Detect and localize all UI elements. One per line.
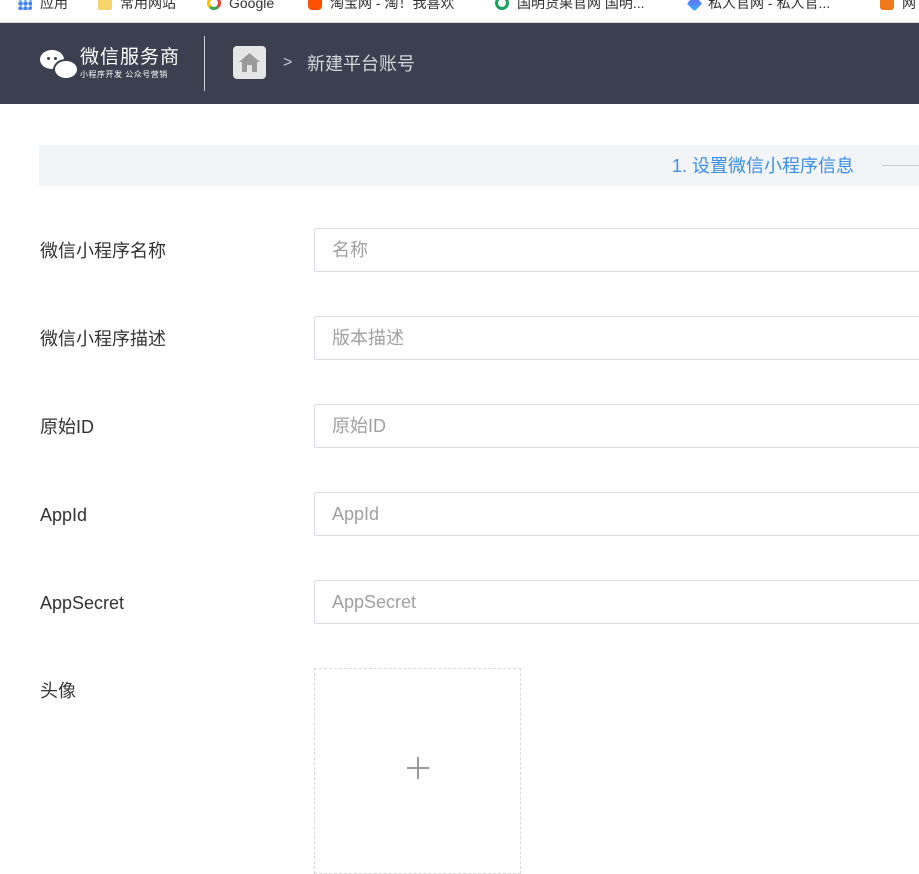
taobao-icon [308, 0, 322, 10]
mini-program-name-label: 微信小程序名称 [40, 241, 166, 261]
avatar-upload[interactable] [314, 668, 521, 874]
original-id-input[interactable] [314, 404, 919, 448]
bookmark-apps[interactable]: 应用 [18, 0, 68, 14]
logo[interactable]: 微信服务商 小程序开发 公众号营销 [40, 47, 180, 80]
header-divider [204, 36, 205, 91]
bookmark-guoming[interactable]: 国明货果官网 国明... [495, 0, 645, 14]
bookmark-label: 淘宝网 - 淘！我喜欢 [330, 0, 455, 11]
logo-subtitle: 小程序开发 公众号营销 [80, 70, 168, 79]
home-button[interactable] [233, 46, 266, 79]
original-id-label: 原始ID [40, 417, 94, 437]
mini-program-description-input[interactable] [314, 316, 919, 360]
site-icon [686, 0, 703, 11]
bookmark-common-sites[interactable]: 常用网站 [98, 0, 176, 14]
bookmark-private[interactable]: 私人官网 - 私人官... [686, 0, 831, 14]
appid-label: AppId [40, 505, 88, 525]
mini-program-description-label: 微信小程序描述 [40, 329, 166, 349]
apps-icon [18, 0, 32, 10]
breadcrumb-separator: > [283, 54, 293, 71]
appsecret-label: AppSecret [40, 593, 125, 613]
folder-icon [98, 0, 112, 10]
wechat-icon [40, 48, 79, 80]
appid-input[interactable] [314, 492, 919, 536]
app-header: 微信服务商 小程序开发 公众号营销 > 新建平台账号 [0, 23, 919, 104]
breadcrumb-current: 新建平台账号 [307, 54, 415, 74]
step-1-label: 1. 设置微信小程序信息 [672, 156, 855, 176]
bookmark-google[interactable]: Google [207, 0, 274, 14]
site-icon [495, 0, 509, 10]
bookmark-label: 应用 [40, 0, 68, 11]
mini-program-name-input[interactable] [314, 228, 919, 272]
home-icon [239, 53, 260, 72]
bookmark-label: 私人官网 - 私人官... [708, 0, 831, 11]
plus-icon [407, 757, 429, 779]
bookmark-label: 国明货果官网 国明... [517, 0, 645, 11]
bookmark-taobao[interactable]: 淘宝网 - 淘！我喜欢 [308, 0, 454, 14]
google-icon [207, 0, 221, 10]
logo-title: 微信服务商 [80, 47, 181, 68]
bookmark-more[interactable]: 网 [880, 0, 916, 14]
avatar-label: 头像 [40, 681, 76, 701]
bookmark-label: Google [229, 0, 275, 11]
step-bar: 1. 设置微信小程序信息 [39, 145, 919, 186]
appsecret-input[interactable] [314, 580, 919, 624]
step-connector [882, 165, 919, 166]
bookmark-label: 网 [902, 0, 916, 11]
bookmark-label: 常用网站 [120, 0, 176, 11]
site-icon [880, 0, 894, 10]
bookmarks-bar: 应用 常用网站 Google 淘宝网 - 淘！我喜欢 国明货果官网 国明... … [0, 0, 919, 23]
